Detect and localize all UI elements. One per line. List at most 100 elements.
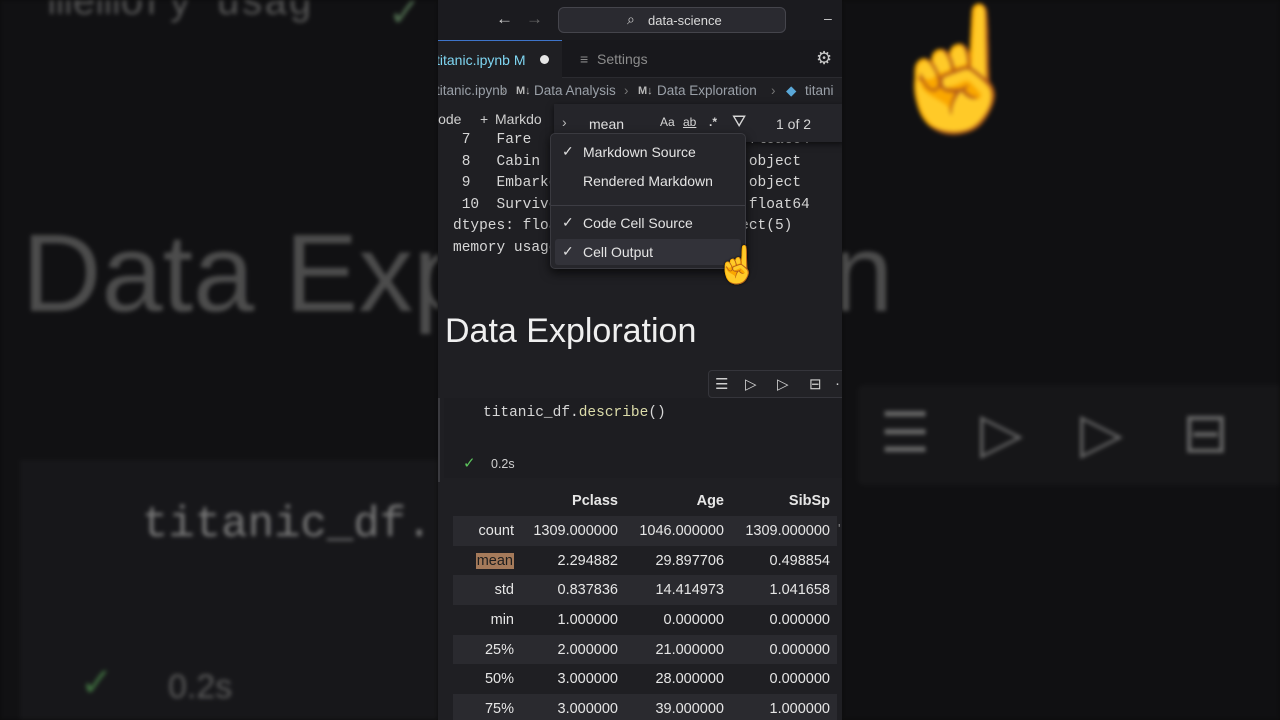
toggle-replace-icon[interactable]: › [562, 114, 567, 130]
table-cell: 29.897706 [655, 552, 724, 569]
background-right: ☝ n ☰ ▷ ▷ ⊟ [842, 0, 1280, 720]
chevron-right-icon: › [771, 83, 776, 98]
bg-exec-check-icon: ✓ [80, 661, 114, 705]
code-object: titanic_df. [483, 405, 579, 421]
menu-item-label: Cell Output [583, 244, 654, 260]
bg-split-icon: ⊟ [1182, 401, 1229, 464]
bg-heading-text: Data Exp [22, 212, 438, 335]
split-cell-icon[interactable]: ⊟ [809, 375, 822, 393]
background-left: memory usag ✓ Data Exp titanic_df. ✓ 0.2… [0, 0, 438, 720]
table-cell: 0.000000 [769, 671, 830, 688]
menu-item-markdown-source[interactable]: ✓ Markdown Source [555, 139, 741, 165]
bg-run-below-icon: ▷ [1080, 401, 1124, 464]
bg-heading-text: n [842, 212, 894, 335]
bg-run-above-icon: ☰ [880, 401, 931, 464]
table-row: min 1.000000 0.000000 0.000000 [453, 605, 837, 635]
table-cell: 21.000000 [625, 634, 731, 665]
add-code-button[interactable]: Code [438, 111, 461, 127]
forward-arrow-icon[interactable]: → [526, 9, 543, 29]
table-row: 50% 3.000000 28.000000 0.000000 [453, 664, 837, 694]
table-cell: 1309.000000 [521, 516, 625, 546]
find-input-value: mean [589, 116, 625, 132]
match-case-icon[interactable]: Aa [660, 115, 675, 129]
cell-execution-toolbar: ☰ ▷ ▷ ⊟ · [708, 370, 842, 398]
breadcrumb-data-analysis[interactable]: Data Analysis [534, 83, 616, 98]
vscode-window: ← → ⌕ data-science – titanic.ipynb M ≡ S… [438, 0, 842, 720]
search-icon: ⌕ [627, 11, 635, 27]
table-cell: 0.000000 [663, 611, 724, 628]
menu-item-rendered-markdown[interactable]: Rendered Markdown [555, 168, 741, 194]
markdown-icon: M↓ [516, 85, 531, 97]
table-cell: 1.000000 [731, 694, 837, 720]
editor-tab-bar: titanic.ipynb M ≡ Settings [438, 40, 842, 78]
filter-icon[interactable]: ⛛ [732, 112, 746, 132]
code-function: describe [578, 405, 649, 421]
plus-icon: + [480, 111, 489, 127]
column-header: Age [696, 493, 724, 509]
row-label: 50% [484, 671, 514, 688]
bg-run-cell-icon: ▷ [980, 401, 1024, 464]
table-cell: 1.000000 [557, 611, 618, 628]
run-cell-and-below-icon[interactable]: ▷ [777, 375, 789, 393]
row-label: mean [453, 546, 521, 576]
markdown-icon: M↓ [638, 85, 653, 97]
bg-hand-cursor-icon: ☝ [882, 2, 1032, 136]
back-arrow-icon[interactable]: ← [496, 9, 513, 29]
table-cell: 39.000000 [625, 694, 731, 720]
whole-word-icon[interactable]: ab [683, 115, 696, 129]
column-header: SibSp [788, 493, 830, 509]
menu-separator [551, 205, 745, 206]
check-icon: ✓ [562, 214, 574, 230]
run-above-icon[interactable]: ☰ [715, 375, 728, 393]
tab-titanic-notebook[interactable]: titanic.ipynb M [438, 40, 562, 78]
tab-settings[interactable]: ≡ Settings [574, 40, 694, 78]
row-label: min [490, 611, 514, 628]
row-label: count [453, 516, 521, 546]
tab-label: titanic.ipynb M [438, 52, 526, 68]
success-check-icon: ✓ [463, 455, 476, 472]
code-args: () [648, 405, 666, 421]
regex-icon[interactable]: .* [709, 115, 717, 129]
search-text: data-science [648, 13, 722, 28]
menu-item-cell-output[interactable]: ✓ Cell Output [555, 239, 741, 265]
find-match-highlight: mean [475, 552, 514, 569]
find-match-count: 1 of 2 [776, 116, 812, 132]
table-row: mean 2.294882 29.897706 0.498854 [453, 546, 837, 576]
python-icon: ◆ [786, 83, 797, 98]
more-actions-icon[interactable]: · [835, 375, 840, 392]
table-cell: 0.000000 [731, 634, 837, 665]
chevron-right-icon: › [501, 83, 506, 98]
table-cell: 1309.000000 [731, 516, 837, 546]
column-header: Pclass [572, 493, 618, 509]
bg-memory-text: memory usag [48, 0, 313, 27]
table-cell: 2.294882 [557, 552, 618, 569]
breadcrumb-cell[interactable]: titani [805, 83, 834, 98]
breadcrumb-data-exploration[interactable]: Data Exploration [657, 83, 757, 98]
title-bar: ← → ⌕ data-science – [438, 0, 842, 40]
check-icon: ✓ [562, 143, 574, 159]
table-row: 75% 3.000000 39.000000 1.000000 [453, 694, 837, 720]
table-cell: 3.000000 [557, 671, 618, 688]
command-center-search[interactable]: ⌕ data-science [558, 7, 786, 33]
breadcrumb-file[interactable]: titanic.ipynb [438, 83, 507, 98]
table-row: std 0.837836 14.414973 1.041658 [453, 575, 837, 606]
table-row: 25% 2.000000 21.000000 0.000000 [453, 634, 837, 665]
table-overflow-tick: ' [838, 521, 841, 536]
gear-icon[interactable]: ⚙ [816, 48, 832, 69]
check-icon: ✓ [562, 243, 574, 259]
add-markdown-button[interactable]: Markdo [495, 111, 542, 127]
table-row: count 1309.000000 1046.000000 1309.00000… [453, 516, 837, 546]
row-label: std [453, 575, 521, 606]
minimize-button[interactable]: – [824, 10, 832, 26]
run-cell-and-above-icon[interactable]: ▷ [745, 375, 757, 393]
table-cell: 28.000000 [655, 671, 724, 688]
table-cell: 1.041658 [731, 575, 837, 606]
unsaved-dot-icon[interactable] [540, 55, 549, 64]
code-line[interactable]: titanic_df.describe() [483, 405, 666, 421]
table-cell: 0.498854 [769, 552, 830, 569]
table-cell: 0.000000 [769, 611, 830, 628]
menu-item-code-cell-source[interactable]: ✓ Code Cell Source [555, 210, 741, 236]
table-cell: 2.000000 [521, 634, 625, 665]
bg-code-text: titanic_df. [142, 500, 433, 550]
bg-exec-time: 0.2s [168, 668, 233, 706]
